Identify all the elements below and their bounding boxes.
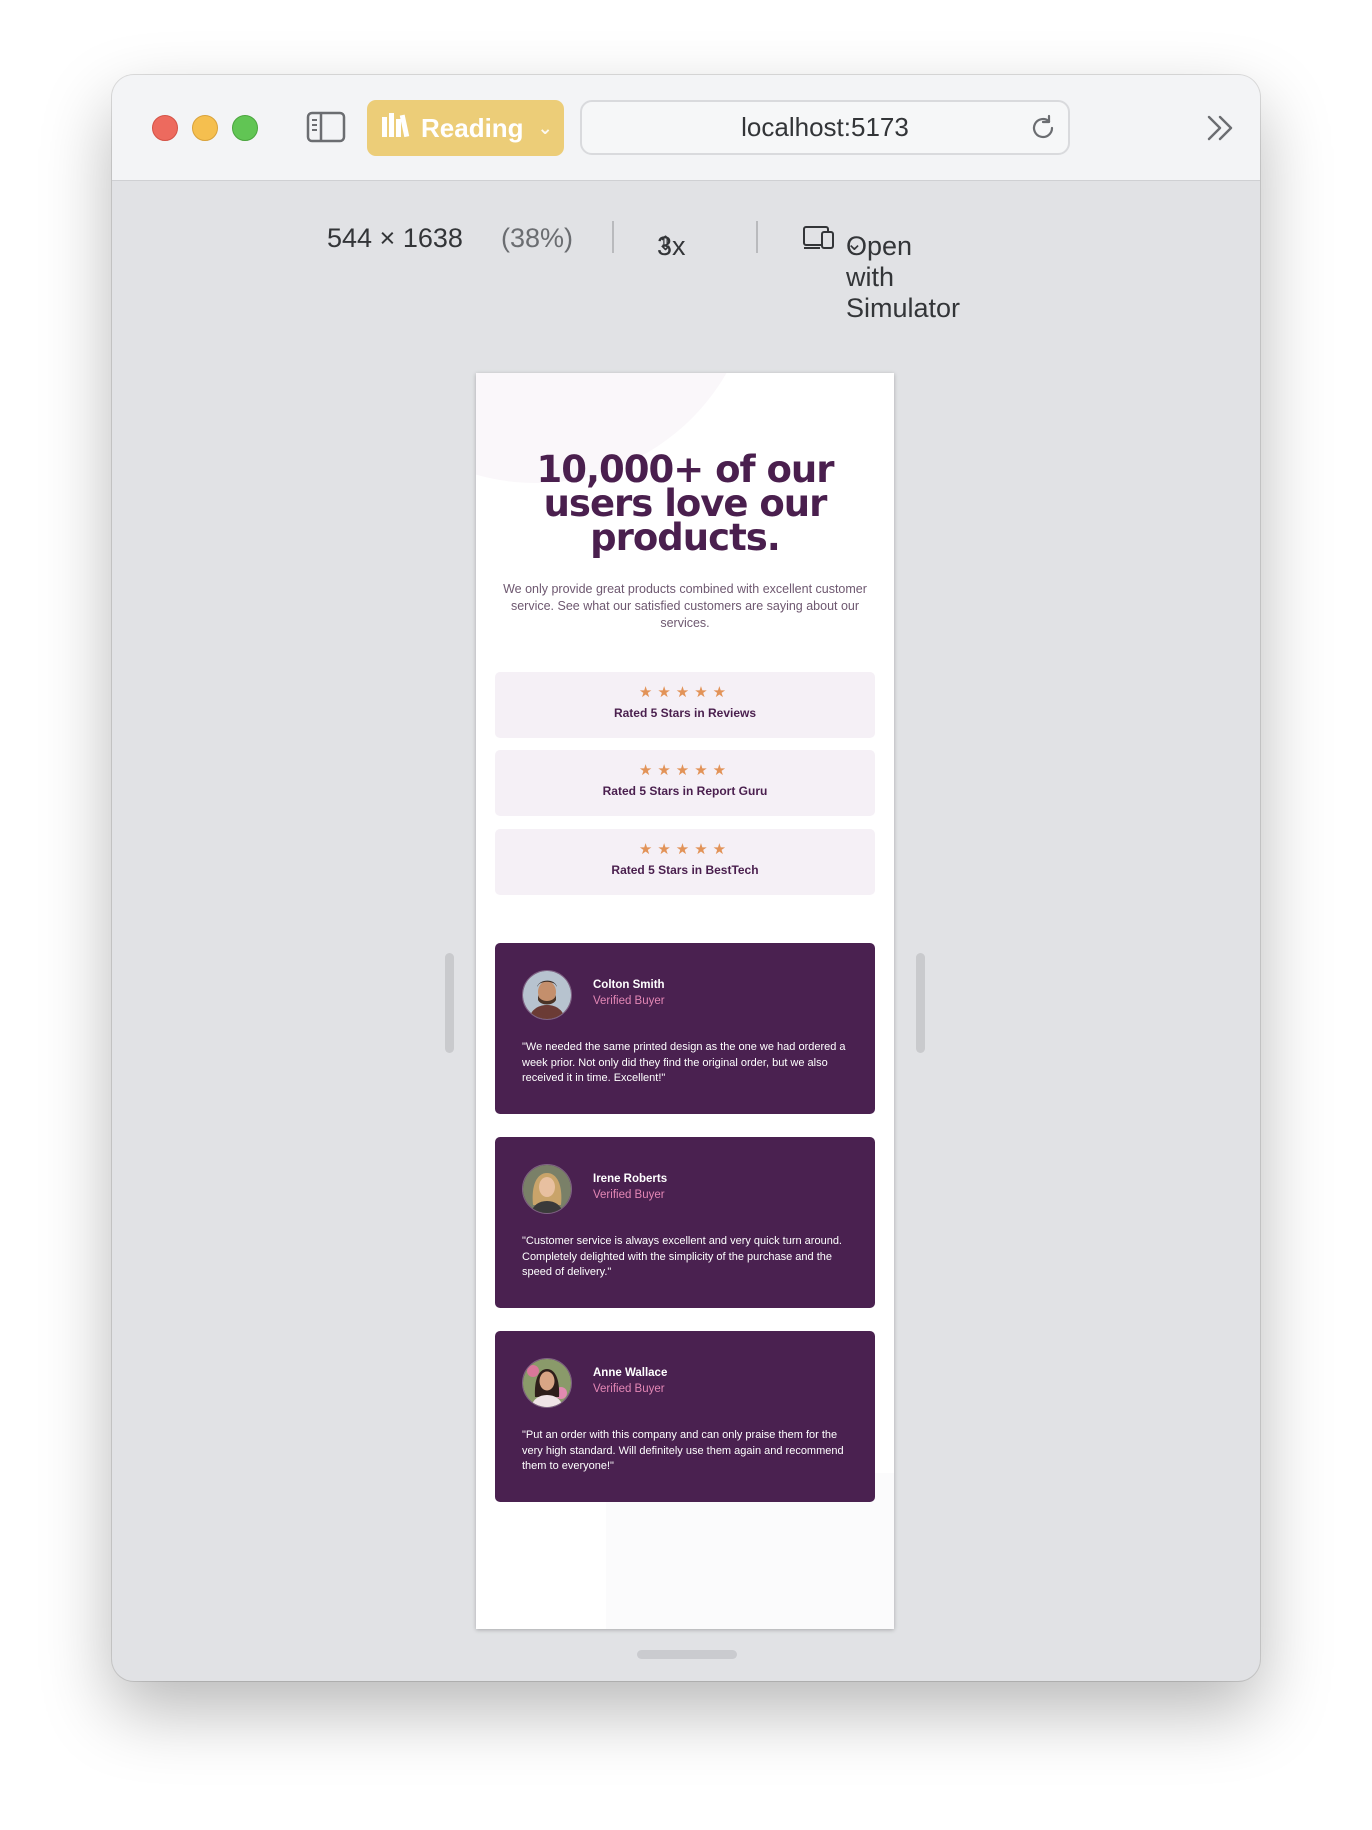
review-quote: "We needed the same printed design as th… (522, 1041, 846, 1084)
rating-card: ★★★★★ Rated 5 Stars in BestTech (495, 829, 875, 895)
reading-label: Reading (421, 112, 524, 143)
verified-badge: Verified Buyer (593, 1189, 665, 1201)
rating-label: Rated 5 Stars in Report Guru (602, 784, 768, 798)
reviewer-name: Colton Smith (593, 979, 665, 991)
review-card: Anne Wallace Verified Buyer "Put an orde… (495, 1331, 875, 1502)
chevron-down-icon: ⌄ (846, 233, 863, 255)
divider (756, 221, 758, 253)
verified-badge: Verified Buyer (593, 1383, 665, 1395)
rating-card: ★★★★★ Rated 5 Stars in Reviews (495, 672, 875, 738)
sidebar-toggle-icon[interactable] (306, 111, 346, 143)
review-card: Irene Roberts Verified Buyer "Customer s… (495, 1137, 875, 1308)
reviewer-name: Irene Roberts (593, 1173, 668, 1185)
divider (612, 221, 614, 253)
intro-text: We only provide great products combined … (503, 582, 867, 630)
rating-card: ★★★★★ Rated 5 Stars in Report Guru (495, 750, 875, 816)
avatar (522, 970, 572, 1020)
stars-icon: ★★★★★ (638, 762, 732, 779)
zoom-percent: (38%) (501, 223, 574, 253)
page-title: 10,000+ of our users love our products. (536, 448, 834, 559)
simulator-label: Open with Simulator (846, 231, 961, 323)
address-bar[interactable]: localhost:5173 (580, 100, 1070, 155)
device-viewport: 10,000+ of our users love our products. … (476, 373, 894, 1629)
browser-window: Reading ⌄ localhost:5173 544 × 1638 (38%… (112, 75, 1260, 1681)
responsive-toolbar: 544 × 1638 (38%) 3x ⇕ Open with Simulato… (112, 215, 1260, 323)
drag-handle[interactable] (637, 1650, 737, 1659)
review-card: Colton Smith Verified Buyer "We needed t… (495, 943, 875, 1114)
avatar (522, 1164, 572, 1214)
reviewer-name: Anne Wallace (593, 1367, 668, 1379)
verified-badge: Verified Buyer (593, 995, 665, 1007)
review-quote: "Customer service is always excellent an… (522, 1235, 842, 1278)
chevron-down-icon: ⌄ (537, 117, 553, 138)
title-bar: Reading ⌄ localhost:5173 (112, 75, 1260, 181)
rating-label: Rated 5 Stars in Reviews (613, 706, 757, 720)
resize-handle-right[interactable] (916, 953, 925, 1053)
minimize-window-button[interactable] (192, 115, 218, 141)
avatar (522, 1358, 572, 1408)
review-quote: "Put an order with this company and can … (522, 1429, 844, 1472)
device-icon (802, 223, 836, 258)
reload-icon[interactable] (1028, 113, 1058, 143)
rating-label: Rated 5 Stars in BestTech (611, 863, 759, 877)
chevron-double-right-icon[interactable] (1204, 113, 1236, 143)
url-text: localhost:5173 (741, 112, 909, 142)
zoom-window-button[interactable] (232, 115, 258, 141)
reading-list-button[interactable]: Reading ⌄ (367, 100, 564, 156)
resize-handle-left[interactable] (445, 953, 454, 1053)
stars-icon: ★★★★★ (638, 684, 732, 701)
books-icon (381, 111, 411, 146)
viewport-dimensions[interactable]: 544 × 1638 (327, 223, 463, 254)
chevron-up-down-icon: ⇕ (657, 233, 674, 255)
stars-icon: ★★★★★ (638, 841, 732, 858)
close-window-button[interactable] (152, 115, 178, 141)
